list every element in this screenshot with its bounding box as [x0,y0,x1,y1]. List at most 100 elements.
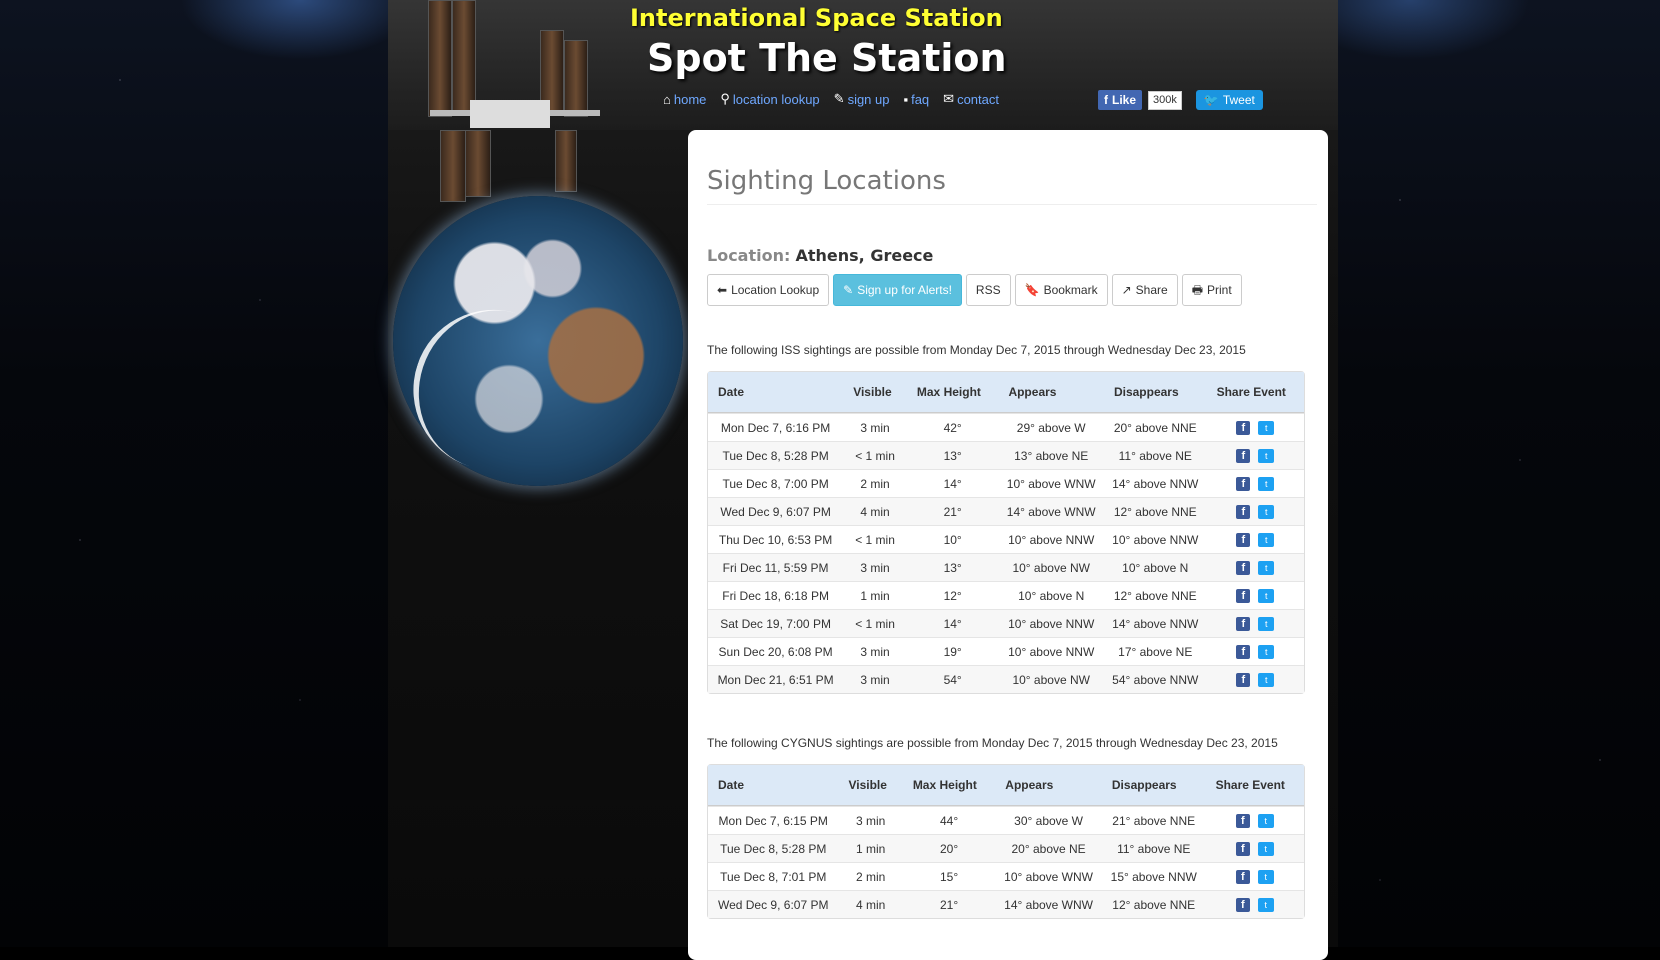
facebook-share-icon[interactable]: f [1235,841,1250,856]
column-header: Date [708,372,844,413]
facebook-share-icon[interactable]: f [1236,588,1251,603]
rss-button[interactable]: RSS [965,274,1011,306]
share-event-cell: ft [1205,890,1304,918]
table-cell: Tue Dec 8, 5:28 PM [708,834,839,862]
twitter-share-icon[interactable]: t [1258,588,1275,603]
table-cell: Mon Dec 7, 6:15 PM [708,806,839,834]
column-header: Disappears [1101,765,1206,806]
location-value: Athens, Greece [795,246,934,265]
table-cell: 54° above NNW [1103,665,1207,693]
facebook-share-icon[interactable]: f [1236,616,1251,631]
table-cell: Wed Dec 9, 6:07 PM [708,497,844,525]
table-cell: Fri Dec 11, 5:59 PM [708,553,844,581]
twitter-share-icon[interactable]: t [1258,616,1275,631]
tweet-button[interactable]: 🐦 Tweet [1195,90,1263,110]
table-cell: 10° above NNW [998,637,1104,665]
print-button[interactable]: 🖶 Print [1181,274,1242,306]
facebook-share-icon[interactable]: f [1236,560,1251,575]
table-cell: 10° above NNW [998,609,1104,637]
table-cell: Tue Dec 8, 7:01 PM [708,862,839,890]
facebook-share-icon[interactable]: f [1235,813,1250,828]
table-cell: 12° above NNE [1103,581,1207,609]
facebook-share-icon[interactable]: f [1236,476,1251,491]
facebook-share-icon[interactable]: f [1236,504,1251,519]
twitter-share-icon[interactable]: t [1258,448,1275,463]
twitter-share-icon[interactable]: t [1257,813,1274,828]
share-event-cell: ft [1206,441,1304,469]
facebook-share-icon[interactable]: f [1236,672,1251,687]
content-panel: Sighting Locations Location: Athens, Gre… [688,130,1328,960]
site-subtitle: Spot The Station [647,36,1007,80]
table-cell: 20° above NNE [1103,413,1207,441]
twitter-share-icon[interactable]: t [1258,560,1275,575]
table-cell: Sat Dec 19, 7:00 PM [708,609,844,637]
share-event-cell: ft [1206,525,1304,553]
facebook-share-icon[interactable]: f [1236,420,1251,435]
table-cell: 12° [906,581,999,609]
home-icon: ⌂ [663,91,671,107]
table-cell: Mon Dec 21, 6:51 PM [708,665,844,693]
table-row: Tue Dec 8, 5:28 PM 1 min 20° 20° above NE 11… [708,834,1304,862]
twitter-share-icon[interactable]: t [1258,532,1275,547]
table-cell: 10° above N [998,581,1104,609]
share-event-cell: ft [1206,469,1304,497]
pencil-icon: ✎ [833,91,845,106]
table-row: Tue Dec 8, 5:28 PM < 1 min 13° 13° above NE… [708,441,1304,469]
table-row: Sat Dec 19, 7:00 PM < 1 min 14° 10° above N… [708,609,1304,637]
table-cell: 21° [906,497,999,525]
share-event-cell: ft [1206,665,1304,693]
twitter-share-icon[interactable]: t [1258,420,1275,435]
nav-home[interactable]: ⌂ home [663,91,706,107]
column-header: Visible [843,372,907,413]
facebook-share-icon[interactable]: f [1236,448,1251,463]
facebook-like-button[interactable]: f Like [1098,90,1143,110]
table-cell: 10° [906,525,999,553]
facebook-share-icon[interactable]: f [1236,532,1251,547]
signup-alerts-button[interactable]: ✎ Sign up for Alerts! [833,274,962,306]
table-row: Sun Dec 20, 6:08 PM 3 min 19° 10° above NNW… [708,637,1304,665]
twitter-share-icon[interactable]: t [1257,841,1274,856]
print-icon: 🖶 [1191,283,1204,297]
facebook-share-icon[interactable]: f [1235,897,1250,912]
twitter-share-icon[interactable]: t [1258,476,1275,491]
map-marker-icon: ⚲ [720,91,730,106]
nav-contact[interactable]: ✉ contact [943,91,999,107]
pencil-icon: ✎ [843,283,854,297]
column-header: Share Event [1205,765,1304,806]
table-cell: 2 min [843,469,907,497]
main-nav: ⌂ home ⚲ location lookup ✎ sign up ▪ faq ✉ co… [663,91,999,107]
table-row: Fri Dec 11, 5:59 PM 3 min 13° 10° above NW 1… [708,553,1304,581]
twitter-share-icon[interactable]: t [1257,897,1274,912]
twitter-share-icon[interactable]: t [1258,672,1275,687]
share-event-cell: ft [1206,637,1304,665]
facebook-share-icon[interactable]: f [1236,644,1251,659]
facebook-icon: f [1104,93,1108,107]
facebook-share-icon[interactable]: f [1235,869,1250,884]
nav-sign-up[interactable]: ✎ sign up [834,91,890,107]
table-cell: 17° above NE [1103,637,1207,665]
cygnus-sightings-table: Date Visible Max Height Appears Disappears Sh… [707,764,1305,919]
table-cell: 11° above NE [1101,834,1206,862]
share-button[interactable]: ↗ Share [1111,274,1178,306]
column-header: Max Height [906,372,999,413]
table-cell: 20° [902,834,996,862]
table-cell: 11° above NE [1103,441,1207,469]
table-row: Tue Dec 8, 7:01 PM 2 min 15° 10° above WNW 1… [708,862,1304,890]
table-cell: 10° above WNW [995,862,1102,890]
twitter-share-icon[interactable]: t [1258,504,1275,519]
table-cell: 10° above NW [998,553,1104,581]
nav-faq[interactable]: ▪ faq [903,91,929,107]
table-cell: 44° [902,806,996,834]
table-cell: 13° above NE [998,441,1104,469]
table-cell: 13° [906,553,999,581]
bookmark-button[interactable]: 🔖 Bookmark [1014,274,1108,306]
column-header: Date [708,765,839,806]
twitter-share-icon[interactable]: t [1258,644,1275,659]
nebula-glow [180,0,420,60]
twitter-share-icon[interactable]: t [1257,869,1274,884]
location-lookup-button[interactable]: ⬅ Location Lookup [707,274,830,306]
comment-icon: ▪ [903,91,909,107]
nav-location-lookup[interactable]: ⚲ location lookup [720,91,819,107]
share-event-cell: ft [1206,609,1304,637]
share-event-cell: ft [1206,581,1304,609]
